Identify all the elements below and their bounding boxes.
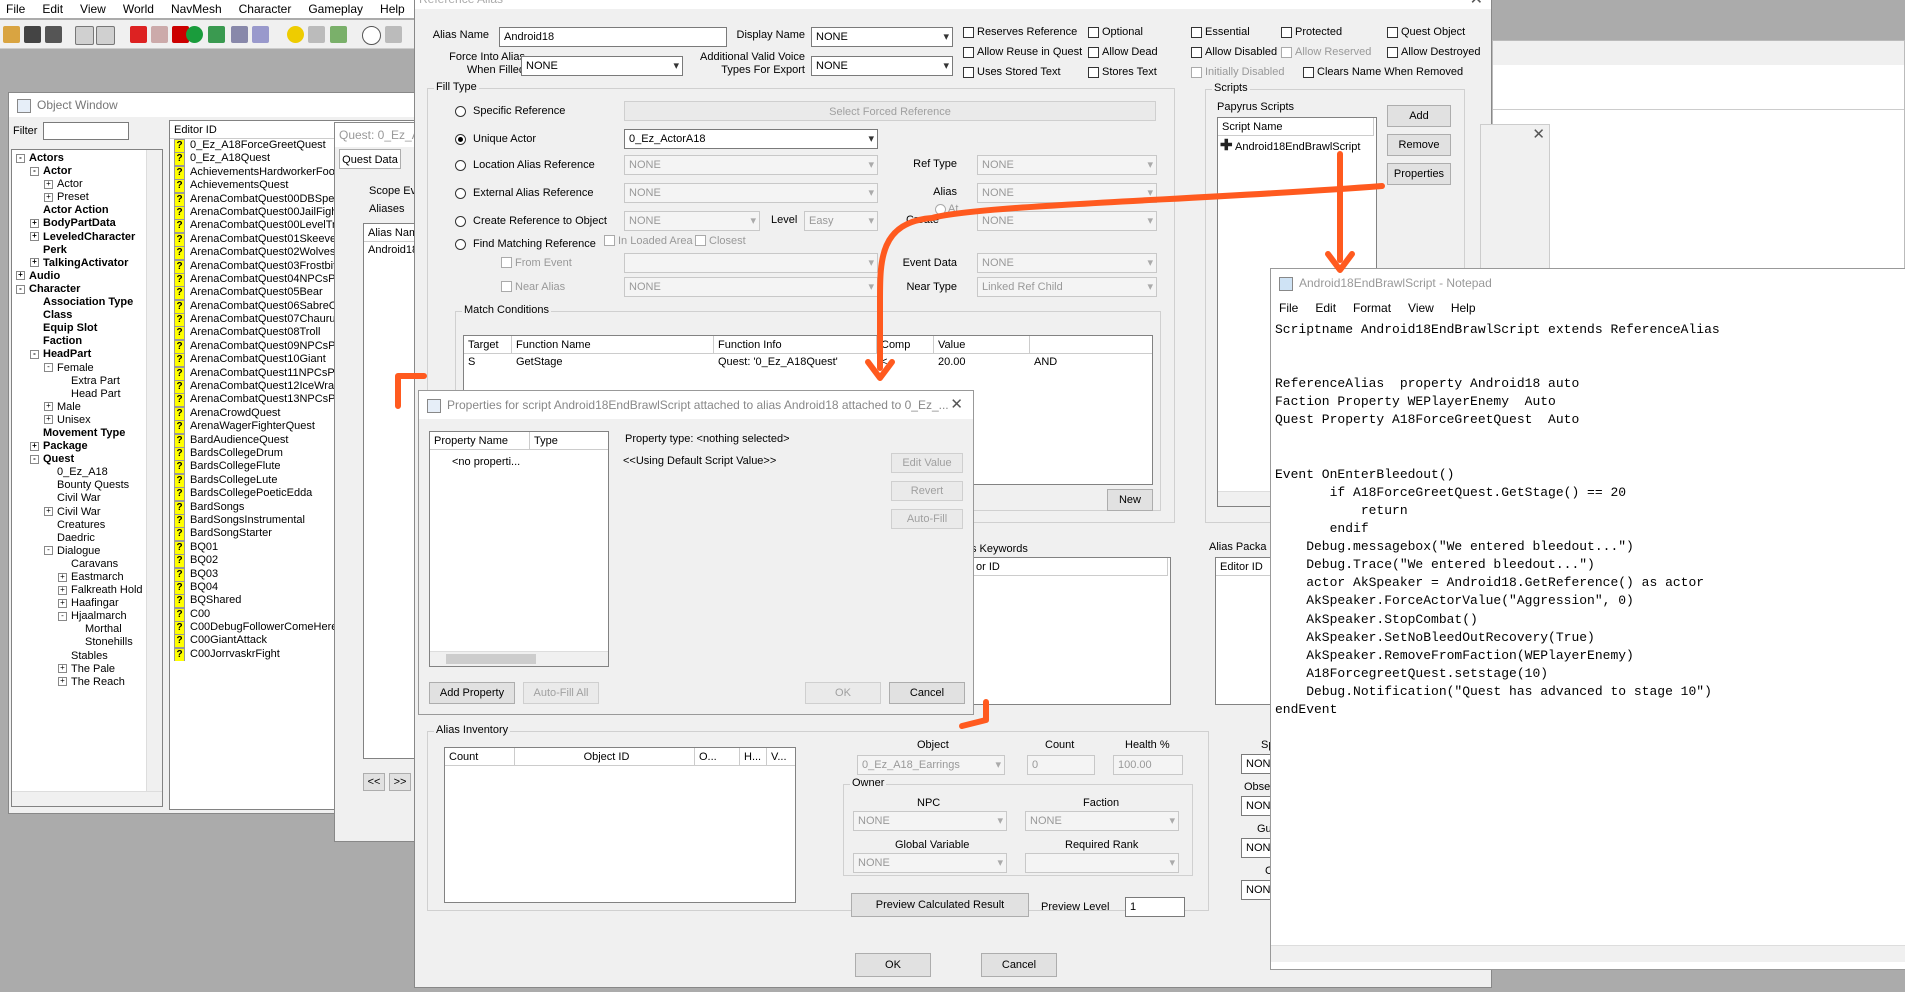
annotation-arrows xyxy=(395,151,1385,729)
bracket-top-left xyxy=(395,373,427,409)
arrow-properties-to-dialog xyxy=(877,183,1385,371)
bracket-bottom-right xyxy=(959,699,989,729)
